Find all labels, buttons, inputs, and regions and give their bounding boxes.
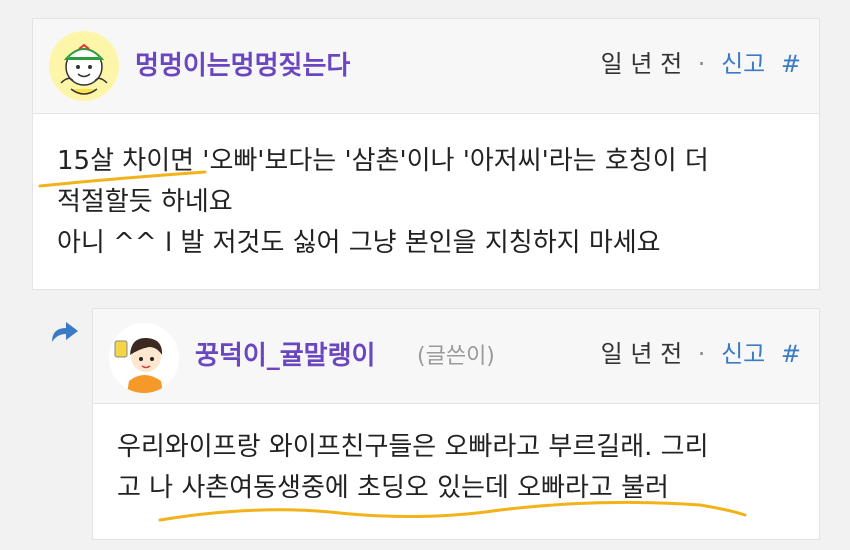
- comment-line: 적절할듯 하네요: [57, 187, 233, 217]
- permalink-hash[interactable]: #: [781, 50, 801, 78]
- comment-body: 15살 차이면 '오빠'보다는 '삼촌'이나 '아저씨'라는 호칭이 더 적절할…: [57, 141, 709, 264]
- avatar[interactable]: [109, 323, 179, 393]
- comment-line: 우리와이프랑 와이프친구들은 오빠라고 부르길래. 그리: [117, 432, 709, 462]
- comment: 멍멍이는멍멍짖는다 일 년 전 · 신고 # 15살 차이면 '오빠'보다는 '…: [32, 18, 820, 290]
- report-link[interactable]: 신고: [721, 50, 765, 78]
- username[interactable]: 꿍덕이_귤말랭이: [195, 341, 375, 371]
- comment-header: 꿍덕이_귤말랭이 (글쓴이) 일 년 전 · 신고 #: [93, 309, 819, 404]
- meta-separator: ·: [697, 340, 706, 368]
- comment-header: 멍멍이는멍멍짖는다 일 년 전 · 신고 #: [33, 19, 819, 114]
- comment-line: 아니 ^^ l 발 저것도 싫어 그냥 본인을 지칭하지 마세요: [57, 228, 661, 258]
- username[interactable]: 멍멍이는멍멍짖는다: [135, 51, 350, 81]
- avatar[interactable]: [49, 31, 119, 101]
- comment-time: 일 년 전: [600, 340, 683, 368]
- avatar-cartoon-icon: [49, 31, 119, 101]
- reply-arrow-icon: [52, 322, 78, 342]
- comment-body: 우리와이프랑 와이프친구들은 오빠라고 부르길래. 그리 고 나 사촌여동생중에…: [117, 427, 708, 509]
- author-badge: (글쓴이): [417, 344, 495, 369]
- permalink-hash[interactable]: #: [781, 340, 801, 368]
- comment-line: 15살 차이면 '오빠'보다는 '삼촌'이나 '아저씨'라는 호칭이 더: [57, 146, 709, 176]
- comment-meta: 일 년 전 · 신고 #: [601, 339, 801, 369]
- report-link[interactable]: 신고: [721, 340, 765, 368]
- comment-time: 일 년 전: [600, 50, 683, 78]
- reply-comment: 꿍덕이_귤말랭이 (글쓴이) 일 년 전 · 신고 # 우리와이프랑 와이프친구…: [92, 308, 820, 540]
- comment-meta: 일 년 전 · 신고 #: [601, 49, 801, 79]
- comment-line: 고 나 사촌여동생중에 초딩오 있는데 오빠라고 불러: [117, 473, 669, 503]
- avatar-cartoon-icon: [109, 323, 179, 393]
- meta-separator: ·: [697, 50, 706, 78]
- comment-thread: 멍멍이는멍멍짖는다 일 년 전 · 신고 # 15살 차이면 '오빠'보다는 '…: [0, 0, 850, 550]
